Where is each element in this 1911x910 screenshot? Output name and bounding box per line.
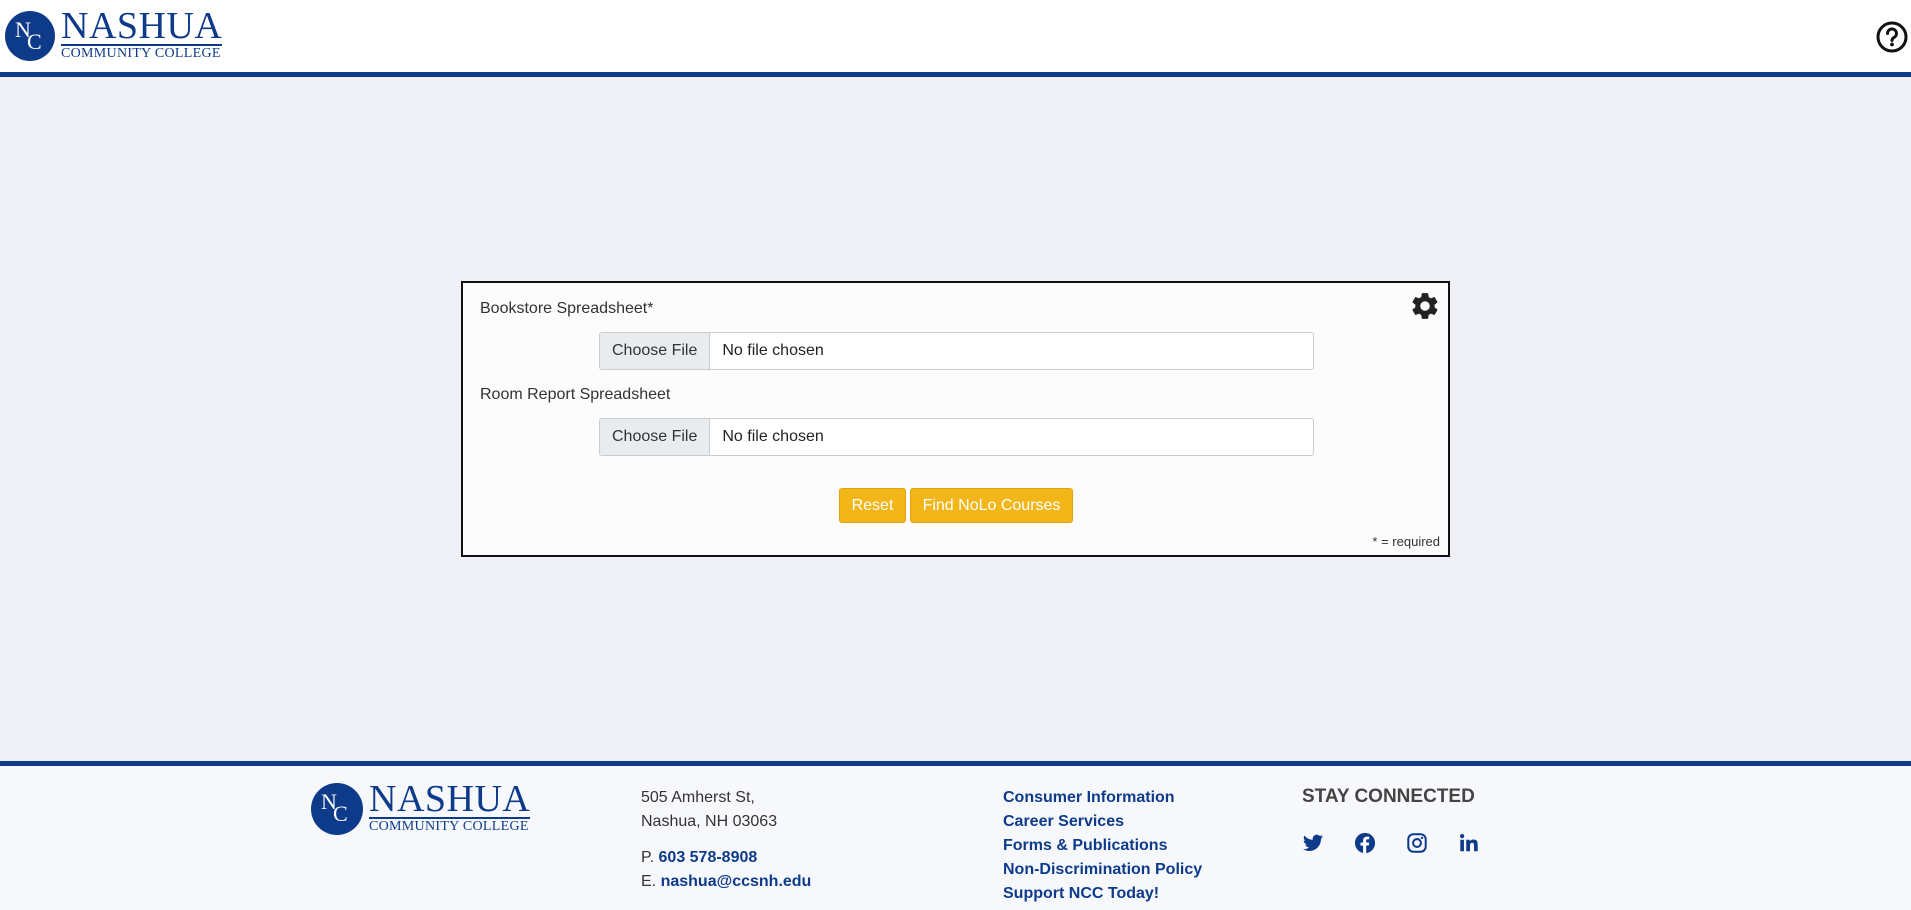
college-seal-icon: N C [5, 10, 55, 61]
instagram-icon[interactable] [1406, 832, 1428, 854]
facebook-icon[interactable] [1354, 832, 1376, 854]
forms-publications-link[interactable]: Forms & Publications [1003, 834, 1202, 858]
bookstore-file-input[interactable]: Choose File No file chosen [599, 332, 1314, 370]
support-ncc-today-link[interactable]: Support NCC Today! [1003, 882, 1202, 906]
reset-button[interactable]: Reset [839, 488, 906, 523]
twitter-icon[interactable] [1302, 832, 1324, 854]
footer-links: Consumer Information Career Services For… [1003, 786, 1202, 906]
footer: N C NASHUA COMMUNITY COLLEGE 505 Amherst… [0, 761, 1911, 910]
email-link[interactable]: nashua@ccsnh.edu [661, 873, 812, 890]
logo-name: NASHUA [369, 778, 531, 820]
social-links [1302, 832, 1480, 854]
email-row: E. nashua@ccsnh.edu [641, 870, 811, 894]
phone-row: P. 603 578-8908 [641, 846, 811, 870]
room-report-file-input[interactable]: Choose File No file chosen [599, 418, 1314, 456]
stay-connected-heading: STAY CONNECTED [1302, 786, 1475, 807]
header-bar: N C NASHUA COMMUNITY COLLEGE [0, 0, 1911, 77]
footer-college-logo[interactable]: N C NASHUA COMMUNITY COLLEGE [311, 778, 531, 835]
logo-name: NASHUA [61, 5, 223, 47]
gear-icon[interactable] [1409, 290, 1441, 322]
address-line-1: 505 Amherst St, [641, 789, 755, 806]
bookstore-spreadsheet-label: Bookstore Spreadsheet* [480, 300, 654, 317]
address-line-2: Nashua, NH 03063 [641, 813, 778, 830]
choose-file-button[interactable]: Choose File [600, 333, 711, 369]
linkedin-icon[interactable] [1458, 832, 1480, 854]
college-seal-icon: N C [311, 782, 363, 835]
upload-form-card: Bookstore Spreadsheet* Choose File No fi… [461, 281, 1450, 557]
contact-info: P. 603 578-8908 E. nashua@ccsnh.edu [641, 846, 811, 894]
find-nolo-courses-button[interactable]: Find NoLo Courses [910, 488, 1073, 523]
required-note: * = required [1372, 534, 1440, 549]
address: 505 Amherst St, Nashua, NH 03063 [641, 786, 777, 834]
college-logo[interactable]: N C NASHUA COMMUNITY COLLEGE [5, 5, 223, 62]
logo-subtitle: COMMUNITY COLLEGE [61, 46, 221, 61]
consumer-information-link[interactable]: Consumer Information [1003, 786, 1202, 810]
career-services-link[interactable]: Career Services [1003, 810, 1202, 834]
email-prefix: E. [641, 873, 657, 890]
choose-file-button[interactable]: Choose File [600, 419, 711, 455]
logo-text: NASHUA COMMUNITY COLLEGE [61, 5, 223, 62]
room-report-spreadsheet-label: Room Report Spreadsheet [480, 386, 671, 403]
file-status-text: No file chosen [722, 428, 824, 445]
phone-link[interactable]: 603 578-8908 [659, 849, 758, 866]
phone-prefix: P. [641, 849, 655, 866]
file-status-text: No file chosen [722, 342, 824, 359]
question-circle-icon[interactable] [1876, 21, 1908, 53]
non-discrimination-policy-link[interactable]: Non-Discrimination Policy [1003, 858, 1202, 882]
logo-text: NASHUA COMMUNITY COLLEGE [369, 778, 531, 835]
logo-subtitle: COMMUNITY COLLEGE [369, 819, 529, 834]
